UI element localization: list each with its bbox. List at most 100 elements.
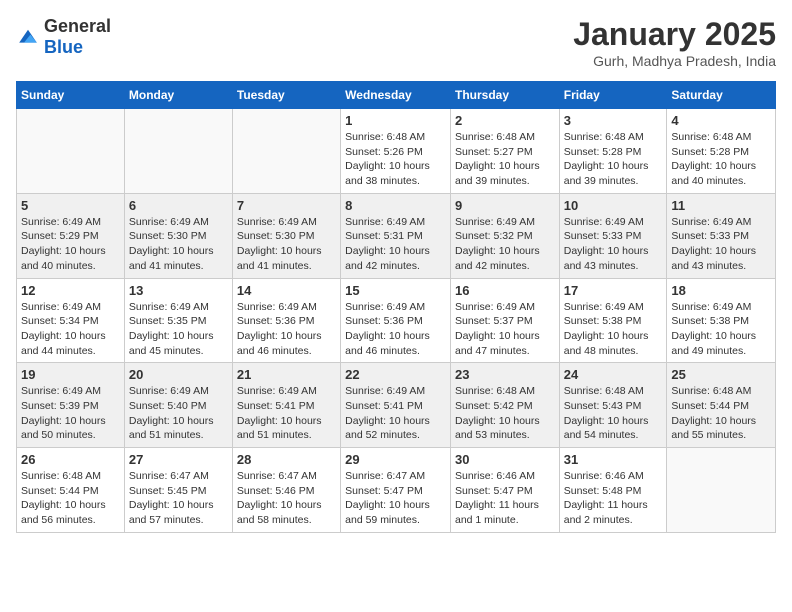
day-number: 6 bbox=[129, 198, 228, 213]
calendar-cell: 21Sunrise: 6:49 AM Sunset: 5:41 PM Dayli… bbox=[232, 363, 340, 448]
calendar-title: January 2025 bbox=[573, 16, 776, 53]
day-number: 28 bbox=[237, 452, 336, 467]
calendar-subtitle: Gurh, Madhya Pradesh, India bbox=[573, 53, 776, 69]
calendar-cell: 27 Sunrise: 6:47 AM Sunset: 5:45 PM Dayli… bbox=[124, 448, 232, 533]
weekday-header-monday: Monday bbox=[124, 82, 232, 109]
calendar-cell: 8 Sunrise: 6:49 AM Sunset: 5:31 PM Daylig… bbox=[341, 193, 451, 278]
day-number: 30 bbox=[455, 452, 555, 467]
calendar-table: SundayMondayTuesdayWednesdayThursdayFrid… bbox=[16, 81, 776, 533]
day-number: 21 bbox=[237, 367, 336, 382]
day-number: 19 bbox=[21, 367, 120, 382]
day-number: 22 bbox=[345, 367, 446, 382]
calendar-cell: 16Sunrise: 6:49 AM Sunset: 5:37 PM Dayli… bbox=[450, 278, 559, 363]
day-info: Sunrise: 6:49 AM Sunset: 5:30 PM Dayligh… bbox=[129, 215, 228, 274]
logo-blue-text: Blue bbox=[44, 37, 83, 57]
logo: General Blue bbox=[16, 16, 111, 58]
day-info: Sunrise: 6:48 AM Sunset: 5:42 PM Dayligh… bbox=[455, 384, 555, 443]
day-number: 11 bbox=[671, 198, 771, 213]
calendar-cell: 6 Sunrise: 6:49 AM Sunset: 5:30 PM Daylig… bbox=[124, 193, 232, 278]
day-number: 2 bbox=[455, 113, 555, 128]
day-info: Sunrise: 6:49 AM Sunset: 5:41 PM Dayligh… bbox=[345, 384, 446, 443]
day-info: Sunrise: 6:49 AM Sunset: 5:32 PM Dayligh… bbox=[455, 215, 555, 274]
day-number: 20 bbox=[129, 367, 228, 382]
calendar-week-row: 26Sunrise: 6:48 AM Sunset: 5:44 PM Dayli… bbox=[17, 448, 776, 533]
day-info: Sunrise: 6:49 AM Sunset: 5:33 PM Dayligh… bbox=[671, 215, 771, 274]
title-block: January 2025 Gurh, Madhya Pradesh, India bbox=[573, 16, 776, 69]
calendar-cell: 19 Sunrise: 6:49 AM Sunset: 5:39 PM Dayli… bbox=[17, 363, 125, 448]
day-info: Sunrise: 6:49 AM Sunset: 5:40 PM Dayligh… bbox=[129, 384, 228, 443]
day-number: 15 bbox=[345, 283, 446, 298]
calendar-cell: 18Sunrise: 6:49 AM Sunset: 5:38 PM Dayli… bbox=[667, 278, 776, 363]
page-header: General Blue January 2025 Gurh, Madhya P… bbox=[16, 16, 776, 69]
calendar-cell bbox=[17, 109, 125, 194]
calendar-cell: 1Sunrise: 6:48 AM Sunset: 5:26 PM Daylig… bbox=[341, 109, 451, 194]
calendar-cell: 7Sunrise: 6:49 AM Sunset: 5:30 PM Daylig… bbox=[232, 193, 340, 278]
weekday-header-sunday: Sunday bbox=[17, 82, 125, 109]
day-number: 3 bbox=[564, 113, 663, 128]
calendar-cell: 15Sunrise: 6:49 AM Sunset: 5:36 PM Dayli… bbox=[341, 278, 451, 363]
calendar-cell: 25 Sunrise: 6:48 AM Sunset: 5:44 PM Dayli… bbox=[667, 363, 776, 448]
calendar-cell: 10 Sunrise: 6:49 AM Sunset: 5:33 PM Dayli… bbox=[559, 193, 667, 278]
calendar-cell: 9Sunrise: 6:49 AM Sunset: 5:32 PM Daylig… bbox=[450, 193, 559, 278]
day-number: 26 bbox=[21, 452, 120, 467]
weekday-header-friday: Friday bbox=[559, 82, 667, 109]
calendar-cell: 3Sunrise: 6:48 AM Sunset: 5:28 PM Daylig… bbox=[559, 109, 667, 194]
calendar-cell: 17 Sunrise: 6:49 AM Sunset: 5:38 PM Dayli… bbox=[559, 278, 667, 363]
calendar-cell: 2Sunrise: 6:48 AM Sunset: 5:27 PM Daylig… bbox=[450, 109, 559, 194]
day-info: Sunrise: 6:49 AM Sunset: 5:29 PM Dayligh… bbox=[21, 215, 120, 274]
weekday-header-wednesday: Wednesday bbox=[341, 82, 451, 109]
day-info: Sunrise: 6:47 AM Sunset: 5:47 PM Dayligh… bbox=[345, 469, 446, 528]
calendar-cell: 12Sunrise: 6:49 AM Sunset: 5:34 PM Dayli… bbox=[17, 278, 125, 363]
day-number: 25 bbox=[671, 367, 771, 382]
day-info: Sunrise: 6:46 AM Sunset: 5:47 PM Dayligh… bbox=[455, 469, 555, 528]
day-info: Sunrise: 6:49 AM Sunset: 5:31 PM Dayligh… bbox=[345, 215, 446, 274]
calendar-cell: 28 Sunrise: 6:47 AM Sunset: 5:46 PM Dayli… bbox=[232, 448, 340, 533]
calendar-cell: 22 Sunrise: 6:49 AM Sunset: 5:41 PM Dayli… bbox=[341, 363, 451, 448]
day-number: 24 bbox=[564, 367, 663, 382]
day-number: 13 bbox=[129, 283, 228, 298]
day-number: 1 bbox=[345, 113, 446, 128]
day-number: 23 bbox=[455, 367, 555, 382]
calendar-week-row: 12Sunrise: 6:49 AM Sunset: 5:34 PM Dayli… bbox=[17, 278, 776, 363]
calendar-cell: 31 Sunrise: 6:46 AM Sunset: 5:48 PM Dayli… bbox=[559, 448, 667, 533]
calendar-cell: 14Sunrise: 6:49 AM Sunset: 5:36 PM Dayli… bbox=[232, 278, 340, 363]
logo-icon bbox=[16, 25, 40, 49]
day-number: 8 bbox=[345, 198, 446, 213]
day-info: Sunrise: 6:49 AM Sunset: 5:37 PM Dayligh… bbox=[455, 300, 555, 359]
weekday-header-thursday: Thursday bbox=[450, 82, 559, 109]
day-info: Sunrise: 6:48 AM Sunset: 5:44 PM Dayligh… bbox=[671, 384, 771, 443]
day-info: Sunrise: 6:49 AM Sunset: 5:39 PM Dayligh… bbox=[21, 384, 120, 443]
day-info: Sunrise: 6:49 AM Sunset: 5:30 PM Dayligh… bbox=[237, 215, 336, 274]
day-number: 27 bbox=[129, 452, 228, 467]
day-number: 14 bbox=[237, 283, 336, 298]
day-info: Sunrise: 6:48 AM Sunset: 5:28 PM Dayligh… bbox=[671, 130, 771, 189]
day-info: Sunrise: 6:47 AM Sunset: 5:45 PM Dayligh… bbox=[129, 469, 228, 528]
weekday-header-tuesday: Tuesday bbox=[232, 82, 340, 109]
weekday-header-row: SundayMondayTuesdayWednesdayThursdayFrid… bbox=[17, 82, 776, 109]
calendar-week-row: 1Sunrise: 6:48 AM Sunset: 5:26 PM Daylig… bbox=[17, 109, 776, 194]
calendar-cell: 13 Sunrise: 6:49 AM Sunset: 5:35 PM Dayli… bbox=[124, 278, 232, 363]
calendar-cell: 30 Sunrise: 6:46 AM Sunset: 5:47 PM Dayli… bbox=[450, 448, 559, 533]
calendar-cell: 5 Sunrise: 6:49 AM Sunset: 5:29 PM Daylig… bbox=[17, 193, 125, 278]
day-number: 5 bbox=[21, 198, 120, 213]
day-number: 29 bbox=[345, 452, 446, 467]
logo-general-text: General bbox=[44, 16, 111, 36]
calendar-cell: 11 Sunrise: 6:49 AM Sunset: 5:33 PM Dayli… bbox=[667, 193, 776, 278]
day-number: 4 bbox=[671, 113, 771, 128]
day-info: Sunrise: 6:47 AM Sunset: 5:46 PM Dayligh… bbox=[237, 469, 336, 528]
calendar-cell: 20 Sunrise: 6:49 AM Sunset: 5:40 PM Dayli… bbox=[124, 363, 232, 448]
day-number: 17 bbox=[564, 283, 663, 298]
calendar-cell: 24Sunrise: 6:48 AM Sunset: 5:43 PM Dayli… bbox=[559, 363, 667, 448]
day-info: Sunrise: 6:49 AM Sunset: 5:33 PM Dayligh… bbox=[564, 215, 663, 274]
day-number: 18 bbox=[671, 283, 771, 298]
calendar-cell: 29 Sunrise: 6:47 AM Sunset: 5:47 PM Dayli… bbox=[341, 448, 451, 533]
day-number: 10 bbox=[564, 198, 663, 213]
calendar-cell: 4 Sunrise: 6:48 AM Sunset: 5:28 PM Daylig… bbox=[667, 109, 776, 194]
day-number: 31 bbox=[564, 452, 663, 467]
calendar-cell: 23 Sunrise: 6:48 AM Sunset: 5:42 PM Dayli… bbox=[450, 363, 559, 448]
day-info: Sunrise: 6:46 AM Sunset: 5:48 PM Dayligh… bbox=[564, 469, 663, 528]
day-info: Sunrise: 6:49 AM Sunset: 5:38 PM Dayligh… bbox=[564, 300, 663, 359]
day-info: Sunrise: 6:49 AM Sunset: 5:35 PM Dayligh… bbox=[129, 300, 228, 359]
calendar-week-row: 19 Sunrise: 6:49 AM Sunset: 5:39 PM Dayli… bbox=[17, 363, 776, 448]
calendar-cell bbox=[124, 109, 232, 194]
